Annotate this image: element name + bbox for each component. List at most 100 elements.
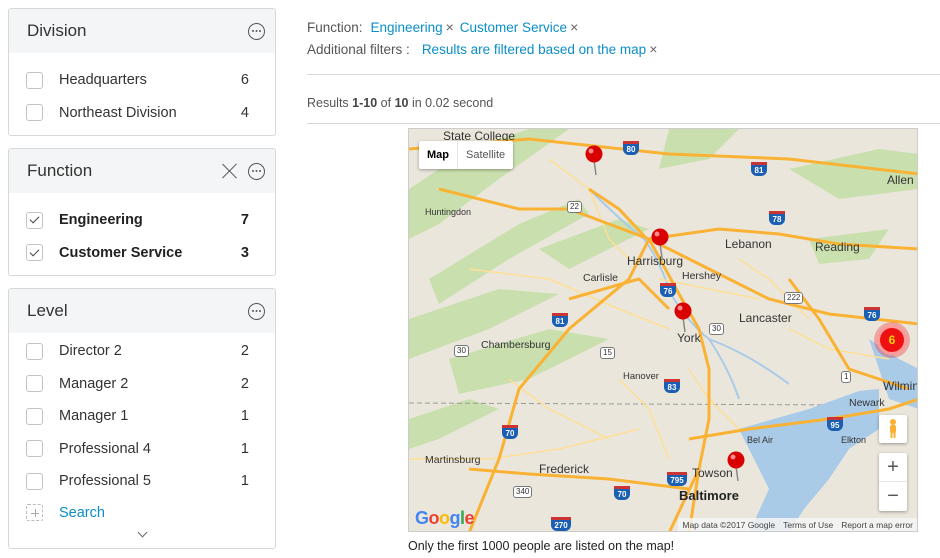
more-options-icon[interactable] [248,162,265,180]
results-prefix: Results [307,96,353,110]
function-facet: Function Engineering 7 Customer Service … [8,148,276,276]
filter-chip-map[interactable]: Results are filtered based on the map × [422,41,658,57]
google-logo-letter: G [415,508,429,528]
checkbox-checked[interactable] [26,244,43,262]
results-range: 1-10 [352,96,378,110]
filter-chip-customer-service[interactable]: Customer Service × [460,19,578,35]
results-of: of [377,96,395,110]
zoom-out-button[interactable]: − [879,482,907,511]
google-logo-letter: g [449,508,461,528]
route-shield: 15 [600,347,615,359]
remove-filter-icon[interactable]: × [446,19,454,35]
results-map[interactable]: State College Allen Huntingdon Harrisbur… [408,128,918,532]
route-shield: 70 [502,425,518,439]
chevron-down-icon[interactable] [137,527,147,537]
facet-item-count: 1 [240,440,249,457]
route-shield: 95 [827,417,843,431]
map-label-york: York [677,331,701,345]
remove-filter-icon[interactable]: × [649,41,657,57]
map-label-newark: Newark [849,397,885,409]
map-label-reading: Reading [815,240,860,254]
map-pin[interactable] [673,301,693,333]
facet-search[interactable]: Search [9,498,275,528]
more-options-icon[interactable] [248,302,265,320]
map-label-bel-air: Bel Air [747,435,774,445]
map-label-baltimore: Baltimore [679,488,739,503]
zoom-in-button[interactable]: + [879,453,907,482]
route-shield: 78 [769,211,785,225]
report-map-error-link[interactable]: Report a map error [841,520,913,530]
remove-filter-icon[interactable]: × [570,19,578,35]
map-label-carlisle: Carlisle [583,272,619,284]
map-label-wilmington: Wilmin [883,379,918,393]
facet-item-northeast-division[interactable]: Northeast Division 4 [9,97,275,130]
map-type-map-button[interactable]: Map [419,141,457,169]
facet-item-professional-5[interactable]: Professional 5 1 [9,465,275,498]
results-divider [307,123,940,124]
facet-search-link[interactable]: Search [59,505,105,521]
more-options-icon[interactable] [248,22,265,40]
street-view-pegman-icon[interactable] [879,415,907,443]
map-label-chambersburg: Chambersburg [481,339,551,351]
route-shield: 22 [567,201,582,213]
facet-item-manager-1[interactable]: Manager 1 1 [9,400,275,433]
map-note: Only the first 1000 people are listed on… [408,539,675,553]
google-logo: Google [415,508,475,529]
facet-item-professional-4[interactable]: Professional 4 1 [9,433,275,466]
filter-chip-engineering[interactable]: Engineering × [371,19,454,35]
expand-facet[interactable] [9,527,275,544]
map-label-allentown: Allen [887,173,914,187]
checkbox[interactable] [26,104,43,122]
route-shield: 795 [667,472,687,486]
results-suffix: in 0.02 second [408,96,494,110]
google-logo-letter: o [439,508,450,528]
map-label-lancaster: Lancaster [739,311,792,325]
level-facet: Level Director 2 2 Manager 2 2 Manager 1… [8,288,276,549]
additional-filter-key: Additional filters : [307,41,410,57]
facet-item-manager-2[interactable]: Manager 2 2 [9,368,275,401]
checkbox[interactable] [26,407,43,425]
map-tiles[interactable] [409,129,918,532]
facet-item-count: 1 [240,408,249,425]
facet-item-headquarters[interactable]: Headquarters 6 [9,64,275,97]
facet-item-engineering[interactable]: Engineering 7 [9,204,275,237]
add-search-icon[interactable] [26,504,43,521]
map-pin[interactable] [650,227,670,259]
facet-item-count: 2 [240,375,249,392]
checkbox-checked[interactable] [26,211,43,229]
route-shield: 81 [751,162,767,176]
division-facet-header: Division [9,9,275,53]
checkbox[interactable] [26,440,43,458]
map-data-credit: Map data ©2017 Google [682,519,776,530]
checkbox[interactable] [26,472,43,490]
function-facet-header: Function [9,149,275,193]
map-pin[interactable] [726,450,746,482]
header-divider [307,74,940,75]
active-filters: Function: Engineering × Customer Service ×… [307,16,940,60]
checkbox[interactable] [26,375,43,393]
facet-item-label: Customer Service [59,244,183,261]
facet-item-director-2[interactable]: Director 2 2 [9,335,275,368]
division-facet: Division Headquarters 6 Northeast Divisi… [8,8,276,136]
division-facet-title: Division [27,21,87,40]
results-total: 10 [394,96,409,110]
route-shield: 30 [454,345,469,357]
map-type-control: Map Satellite [419,141,514,169]
clear-filter-icon[interactable] [222,163,238,179]
function-facet-title: Function [27,161,93,180]
terms-of-use-link[interactable]: Terms of Use [783,520,833,530]
function-filter-key: Function: [307,19,363,35]
route-shield: 83 [664,379,680,393]
checkbox[interactable] [26,71,43,89]
facet-item-label: Northeast Division [59,104,177,121]
route-shield: 81 [552,313,568,327]
map-type-satellite-button[interactable]: Satellite [457,141,513,169]
map-pin[interactable] [584,144,604,176]
filter-chip-label: Engineering [370,20,443,35]
checkbox[interactable] [26,342,43,360]
route-shield: 270 [551,517,571,531]
facet-item-label: Headquarters [59,72,147,89]
facet-item-count: 7 [240,212,249,229]
map-cluster-marker[interactable]: 6 [877,325,907,355]
facet-item-customer-service[interactable]: Customer Service 3 [9,237,275,270]
